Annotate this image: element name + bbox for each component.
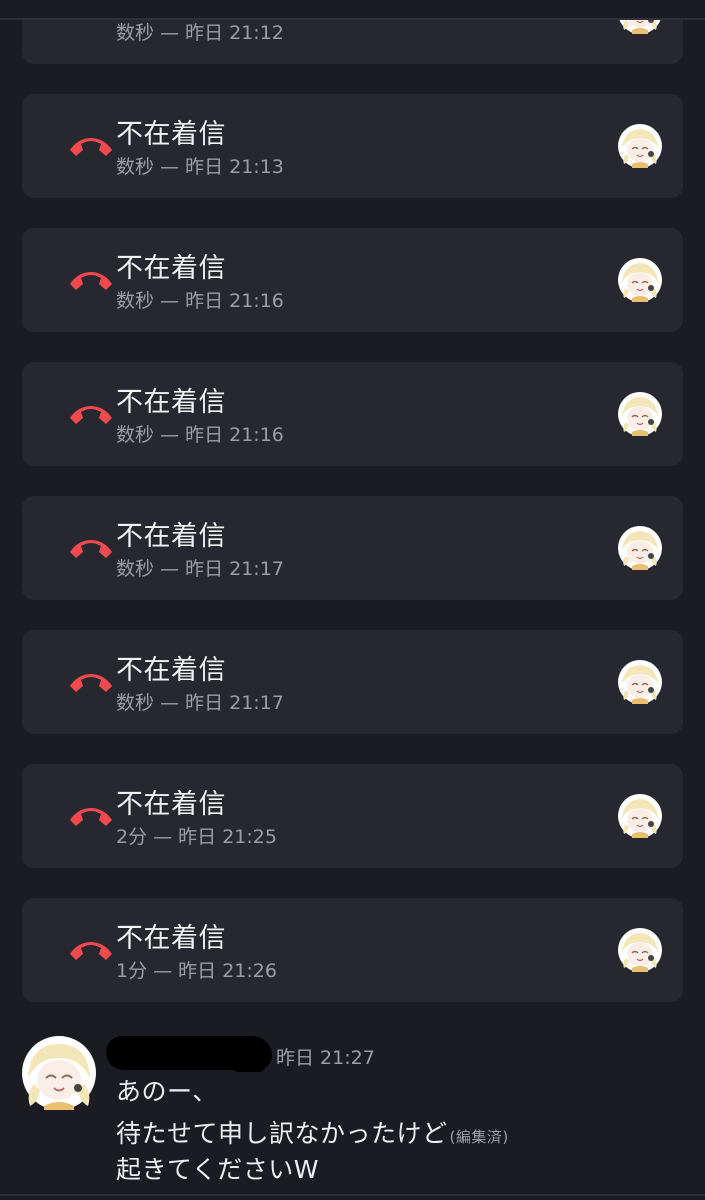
avatar[interactable] [618,794,662,838]
call-title: 不在着信 [116,655,226,686]
missed-call-icon [70,406,112,424]
call-subtitle: 数秒 — 昨日 21:16 [116,424,284,446]
call-title: 不在着信 [116,923,226,954]
call-subtitle: 2分 — 昨日 21:25 [116,826,277,848]
call-subtitle: 数秒 — 昨日 21:13 [116,156,284,178]
top-divider [0,0,705,20]
bottom-divider [0,1194,705,1196]
missed-call-icon [70,942,112,960]
avatar[interactable] [618,660,662,704]
call-card[interactable]: 不在着信 数秒 — 昨日 21:16 [22,228,683,332]
message-line: 待たせて申し訳なかったけど (編集済) [116,1114,509,1150]
chat-message[interactable]: 昨日 21:27 あのー、 待たせて申し訳なかったけど (編集済) 起きてください… [0,1030,705,1200]
call-card[interactable]: 不在着信 2分 — 昨日 21:25 [22,764,683,868]
call-title: 不在着信 [116,253,226,284]
missed-call-icon [70,674,112,692]
missed-call-icon [70,808,112,826]
call-title: 不在着信 [116,387,226,418]
call-title: 不在着信 [116,789,226,820]
message-line: あのー、 [116,1077,218,1106]
avatar[interactable] [22,1036,96,1110]
call-card[interactable]: 不在着信 1分 — 昨日 21:26 [22,898,683,1002]
call-card[interactable]: 不在着信 数秒 — 昨日 21:16 [22,362,683,466]
avatar[interactable] [618,258,662,302]
call-subtitle: 数秒 — 昨日 21:16 [116,290,284,312]
call-subtitle: 数秒 — 昨日 21:17 [116,558,284,580]
avatar[interactable] [618,124,662,168]
avatar[interactable] [618,392,662,436]
call-subtitle: 数秒 — 昨日 21:17 [116,692,284,714]
call-card[interactable]: 不在着信 数秒 — 昨日 21:17 [22,630,683,734]
call-subtitle: 1分 — 昨日 21:26 [116,960,277,982]
avatar[interactable] [618,526,662,570]
call-subtitle: 数秒 — 昨日 21:12 [116,22,284,44]
call-title: 不在着信 [116,521,226,552]
call-card[interactable]: 不在着信 数秒 — 昨日 21:13 [22,94,683,198]
missed-call-icon [70,540,112,558]
message-text: 待たせて申し訳なかったけど [116,1119,448,1148]
redacted-username [232,1058,266,1072]
missed-call-icon [70,138,112,156]
call-card[interactable]: 不在着信 数秒 — 昨日 21:17 [22,496,683,600]
edited-label: (編集済) [449,1128,509,1146]
message-timestamp: 昨日 21:27 [276,1047,375,1069]
avatar[interactable] [618,928,662,972]
missed-call-icon [70,272,112,290]
message-line: 起きてくださいW [116,1155,319,1184]
call-title: 不在着信 [116,119,226,150]
